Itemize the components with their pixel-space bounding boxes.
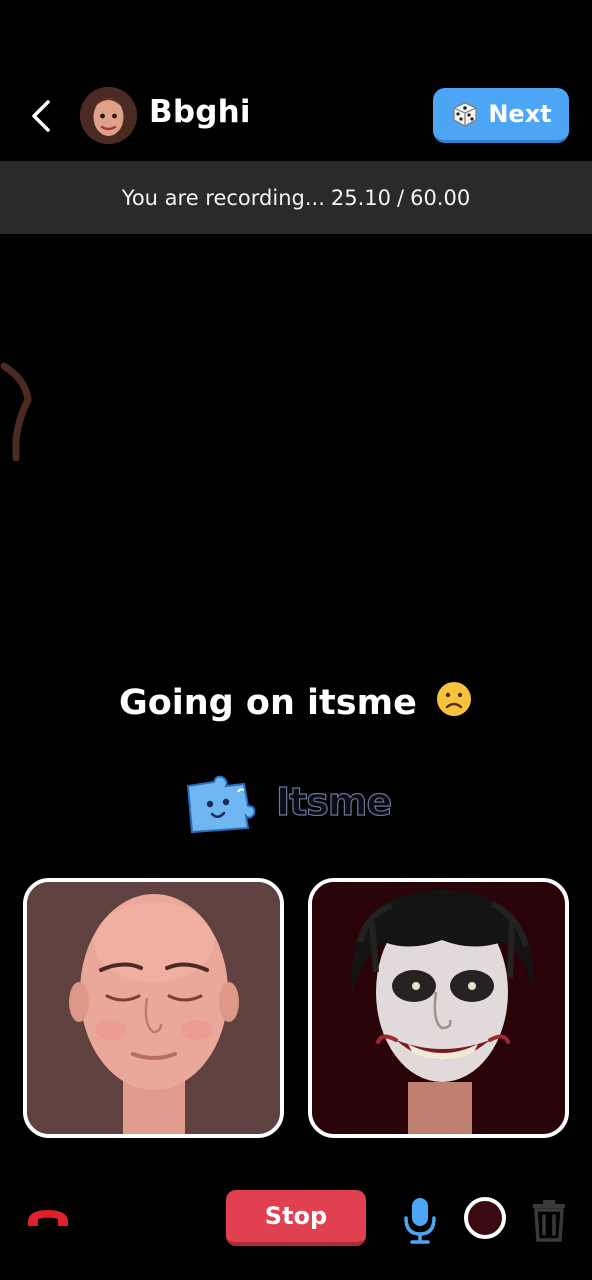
puzzle-mascot-icon <box>186 775 256 834</box>
record-circle-icon[interactable] <box>464 1197 506 1239</box>
recording-elapsed: 25.10 <box>330 185 391 210</box>
microphone-icon[interactable] <box>400 1196 440 1244</box>
recording-status-banner: You are recording... 25.10 / 60.00 <box>0 161 592 234</box>
chevron-left-icon[interactable] <box>22 96 62 136</box>
drawing-stroke <box>0 362 32 462</box>
next-button[interactable]: Next <box>433 88 569 143</box>
phone-hangup-icon[interactable] <box>24 1202 72 1234</box>
recording-total: 60.00 <box>410 185 471 210</box>
user-avatar[interactable] <box>80 87 137 144</box>
peer-avatar-tile <box>308 878 569 1138</box>
status-message: Going on itsme <box>0 680 592 723</box>
trash-icon[interactable] <box>529 1196 569 1242</box>
itsme-logo: Itsme <box>180 772 400 836</box>
avatar-face-icon <box>80 87 137 144</box>
itsme-logo-text: Itsme <box>275 779 393 824</box>
header: Bbghi Next <box>0 0 592 160</box>
recording-separator: / <box>397 185 405 210</box>
status-message-text: Going on itsme <box>118 683 417 723</box>
next-button-label: Next <box>488 100 552 128</box>
dice-icon <box>453 102 477 127</box>
sad-face-icon <box>437 682 472 716</box>
bald-avatar-face <box>27 882 280 1134</box>
call-controls-bar: Stop <box>0 1180 592 1260</box>
joker-avatar-face <box>312 882 565 1134</box>
stop-button[interactable]: Stop <box>226 1190 366 1246</box>
recording-text: You are recording... <box>121 185 325 210</box>
call-screen: Bbghi Next You are recording... 25.10 / … <box>0 0 592 1280</box>
username: Bbghi <box>149 94 251 130</box>
self-avatar-tile <box>23 878 284 1138</box>
